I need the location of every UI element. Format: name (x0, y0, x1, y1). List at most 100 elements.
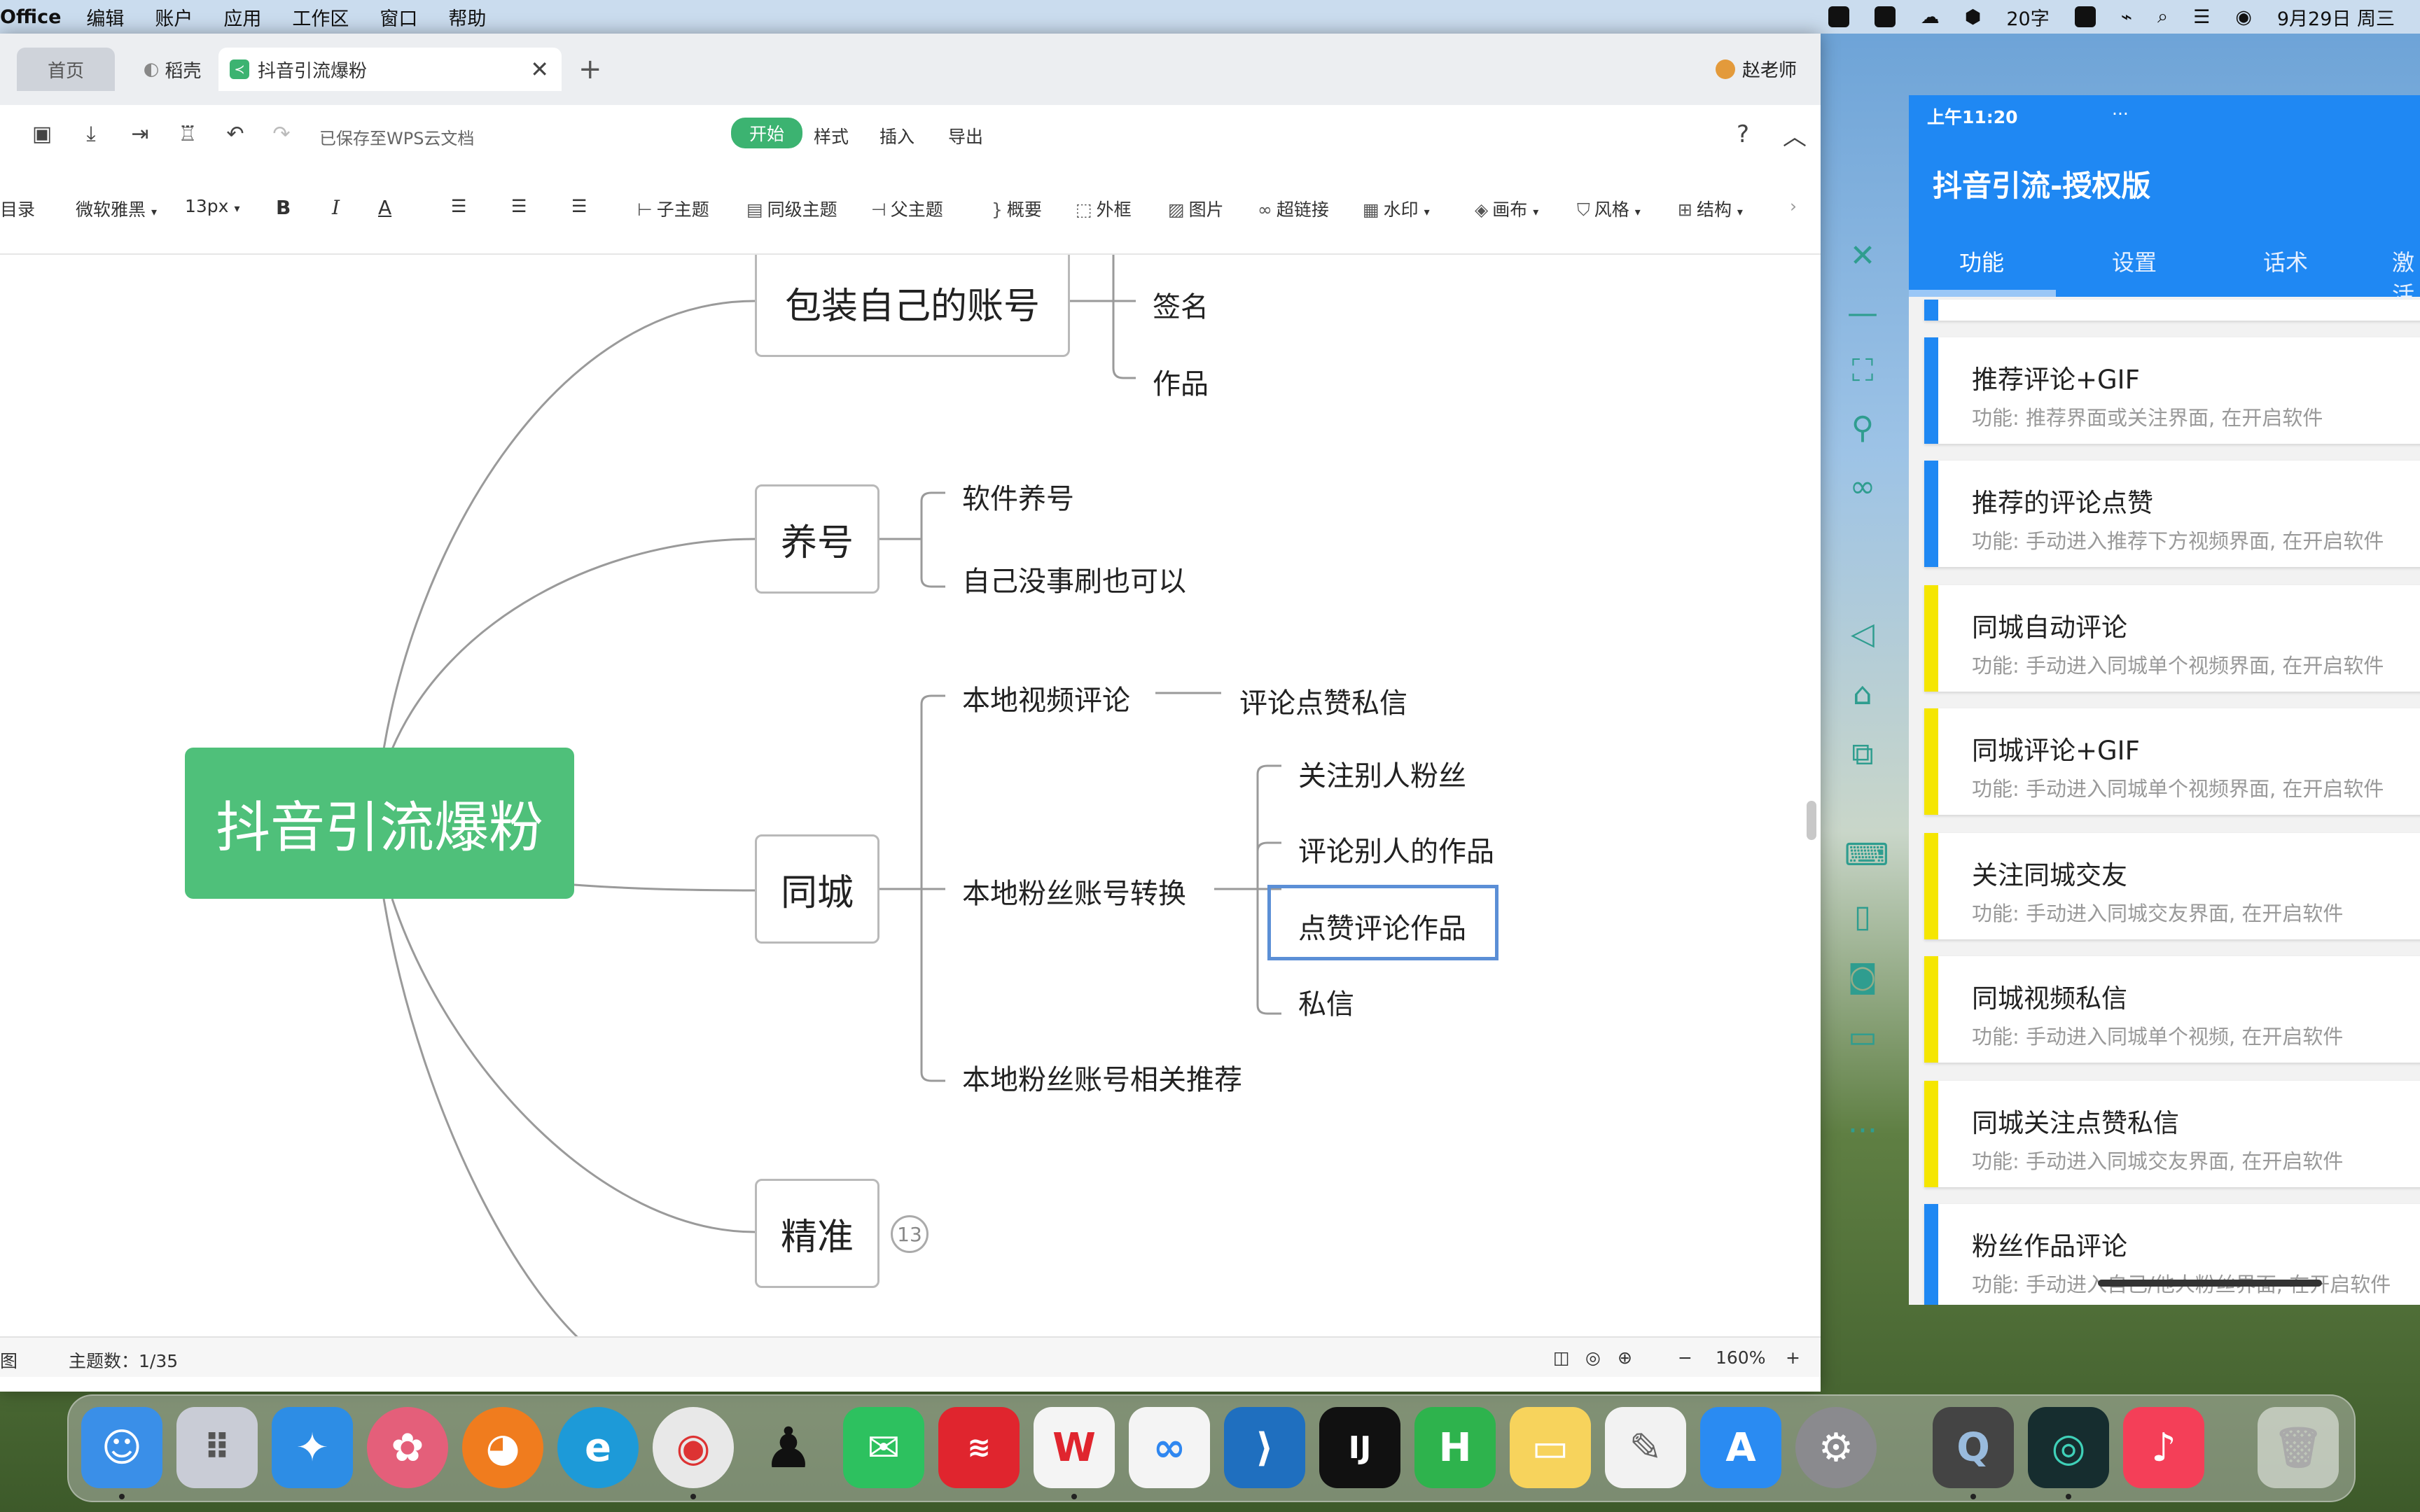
home-icon[interactable]: ⌂ (1844, 676, 1881, 713)
collapsed-count-badge[interactable]: 13 (891, 1215, 929, 1253)
topic-precise[interactable]: 精准 (755, 1179, 879, 1288)
subtopic-signature[interactable]: 签名 (1153, 284, 1209, 325)
vscode-icon[interactable]: ⟩ (1224, 1407, 1305, 1488)
qq-icon[interactable]: ♟ (748, 1407, 829, 1488)
card-city-comment-gif[interactable]: 同城评论+GIF 功能: 手动进入同城单个视频界面, 在开启软件 (1924, 708, 2420, 815)
export-icon[interactable]: ⇥ (129, 123, 151, 146)
structure-button[interactable]: ⊞ 结构 ▾ (1678, 196, 1743, 221)
keyboard-icon[interactable]: ⌨ (1844, 837, 1889, 874)
help-icon[interactable]: ? (1737, 120, 1749, 148)
user-account[interactable]: 赵老师 (1715, 56, 1797, 82)
watermark-button[interactable]: ▦ 水印 ▾ (1363, 196, 1430, 221)
subtopic-comment-like-dm[interactable]: 评论点赞私信 (1239, 680, 1407, 721)
siri-icon[interactable]: ◉ (2235, 6, 2252, 28)
undo-icon[interactable]: ↶ (224, 123, 246, 146)
cloud-icon[interactable]: ☁ (1921, 6, 1940, 28)
finder-icon[interactable]: ☺ (81, 1407, 162, 1488)
card-partial[interactable] (1924, 300, 2420, 321)
align-center-icon[interactable]: ☰ (511, 196, 527, 216)
menu-account[interactable]: 账户 (155, 4, 193, 31)
menu-workspace[interactable]: 工作区 (292, 4, 349, 31)
align-left-icon[interactable]: ☰ (451, 196, 466, 216)
phone-tab-scripts[interactable]: 话术 (2263, 245, 2308, 277)
menu-app-name[interactable]: Office (0, 6, 61, 28)
menu-window[interactable]: 窗口 (380, 4, 417, 31)
summary-button[interactable]: } 概要 (992, 196, 1042, 221)
view-toggle[interactable]: 图 (0, 1348, 18, 1373)
folder-icon[interactable]: ▭ (1844, 1019, 1881, 1056)
rotate-icon[interactable]: ▯ (1844, 899, 1881, 935)
menu-edit[interactable]: 编辑 (86, 4, 124, 31)
menu-apps[interactable]: 应用 (223, 4, 261, 31)
zoom-in-button[interactable]: + (1786, 1348, 1800, 1368)
minimize-icon[interactable]: — (1844, 295, 1881, 332)
root-topic[interactable]: 抖音引流爆粉 (185, 748, 574, 899)
edge-icon[interactable]: e (557, 1407, 639, 1488)
redo-icon[interactable]: ↷ (270, 123, 293, 146)
sibling-topic-button[interactable]: ▤ 同级主题 (746, 196, 837, 221)
screenshot-icon[interactable]: ◙ (1844, 959, 1881, 995)
bold-button[interactable]: B (276, 196, 291, 219)
app-store-icon[interactable]: A (1700, 1407, 1781, 1488)
system-preferences-icon[interactable]: ⚙ (1795, 1407, 1877, 1488)
topic-package-account[interactable]: 包装自己的账号 (755, 255, 1070, 357)
card-city-video-dm[interactable]: 同城视频私信 功能: 手动进入同城单个视频, 在开启软件 (1924, 956, 2420, 1063)
menu-tab-start[interactable]: 开始 (731, 118, 803, 148)
subtopic-local-fans-convert[interactable]: 本地粉丝账号转换 (962, 871, 1186, 911)
mirror-app-icon[interactable]: ◎ (2028, 1407, 2109, 1488)
menu-tab-export[interactable]: 导出 (948, 123, 983, 148)
back-icon[interactable]: ◁ (1844, 616, 1881, 652)
card-recommend-comment-like[interactable]: 推荐的评论点赞 功能: 手动进入推荐下方视频界面, 在开启软件 (1924, 461, 2420, 567)
font-color-button[interactable]: A (378, 196, 391, 219)
topic-nurture-account[interactable]: 养号 (755, 484, 879, 594)
mindmap-canvas[interactable]: 抖音引流爆粉 包装自己的账号 签名 作品 养号 软件养号 自己没事刷也可以 同城… (0, 255, 1821, 1336)
zoom-out-button[interactable]: − (1678, 1348, 1692, 1368)
notes-icon[interactable]: ▭ (1510, 1407, 1591, 1488)
child-topic-button[interactable]: ⊢ 子主题 (637, 196, 709, 221)
topic-same-city[interactable]: 同城 (755, 834, 879, 944)
link-button[interactable]: ∞ 超链接 (1258, 196, 1329, 221)
subtopic-local-video-comment[interactable]: 本地视频评论 (962, 678, 1130, 718)
font-select[interactable]: 微软雅黑 ▾ (76, 196, 157, 221)
fullscreen-icon[interactable]: ⛶ (1844, 353, 1881, 389)
tab-home[interactable]: 首页 (17, 48, 115, 91)
phone-tab-settings[interactable]: 设置 (2112, 245, 2157, 277)
word-count-status[interactable]: 20字 (2006, 4, 2049, 31)
tab-daoke[interactable]: ◐ 稻壳 (123, 48, 221, 91)
photos-icon[interactable]: ✿ (367, 1407, 448, 1488)
wechat-icon[interactable]: ✉ (843, 1407, 924, 1488)
zoom-level[interactable]: 160% (1716, 1348, 1765, 1368)
textedit-icon[interactable]: ✎ (1605, 1407, 1686, 1488)
subtopic-browse-manually[interactable]: 自己没事刷也可以 (962, 559, 1186, 599)
pin-icon[interactable]: ⚲ (1844, 410, 1881, 447)
close-icon[interactable]: ✕ (1844, 238, 1881, 274)
download-icon[interactable]: ⤓ (80, 123, 102, 146)
canvas-button[interactable]: ◈ 画布 ▾ (1475, 196, 1538, 221)
subtopic-local-fans-recommend[interactable]: 本地粉丝账号相关推荐 (962, 1057, 1242, 1098)
hide-icon[interactable]: ◎ (1585, 1348, 1601, 1368)
link-add-icon[interactable]: ∞ (1844, 469, 1881, 505)
baidu-netdisk-icon[interactable]: ∞ (1129, 1407, 1210, 1488)
selected-topic-frame[interactable] (1267, 885, 1498, 960)
more-icon[interactable]: ··· (1844, 1113, 1881, 1149)
fit-icon[interactable]: ◫ (1553, 1348, 1570, 1368)
quicktime-icon[interactable]: Q (1933, 1407, 2014, 1488)
switch-icon[interactable] (2074, 6, 2096, 27)
outline-button[interactable]: 目录 (0, 196, 35, 221)
card-city-follow-like-dm[interactable]: 同城关注点赞私信 功能: 手动进入同城交友界面, 在开启软件 (1924, 1081, 2420, 1187)
control-center-icon[interactable]: ☰ (2193, 6, 2210, 28)
phone-home-indicator[interactable] (2098, 1280, 2322, 1287)
wps-icon[interactable] (1874, 6, 1896, 27)
parent-topic-button[interactable]: ⊣ 父主题 (871, 196, 943, 221)
italic-button[interactable]: I (332, 196, 340, 219)
subtopic-private-message[interactable]: 私信 (1298, 981, 1354, 1022)
trash-icon[interactable]: 🗑 (2258, 1407, 2339, 1488)
wps-office-icon[interactable]: W (1034, 1407, 1115, 1488)
intellij-icon[interactable]: IJ (1319, 1407, 1400, 1488)
subtopic-comment-works[interactable]: 评论别人的作品 (1298, 829, 1494, 869)
card-recommend-comment-gif[interactable]: 推荐评论+GIF 功能: 推荐界面或关注界面, 在开启软件 (1924, 337, 2420, 444)
save-icon[interactable]: ▣ (31, 123, 53, 146)
locate-icon[interactable]: ⊕ (1618, 1348, 1632, 1368)
chrome-icon[interactable]: ◉ (653, 1407, 734, 1488)
format-painter-icon[interactable]: ♖ (176, 123, 199, 146)
